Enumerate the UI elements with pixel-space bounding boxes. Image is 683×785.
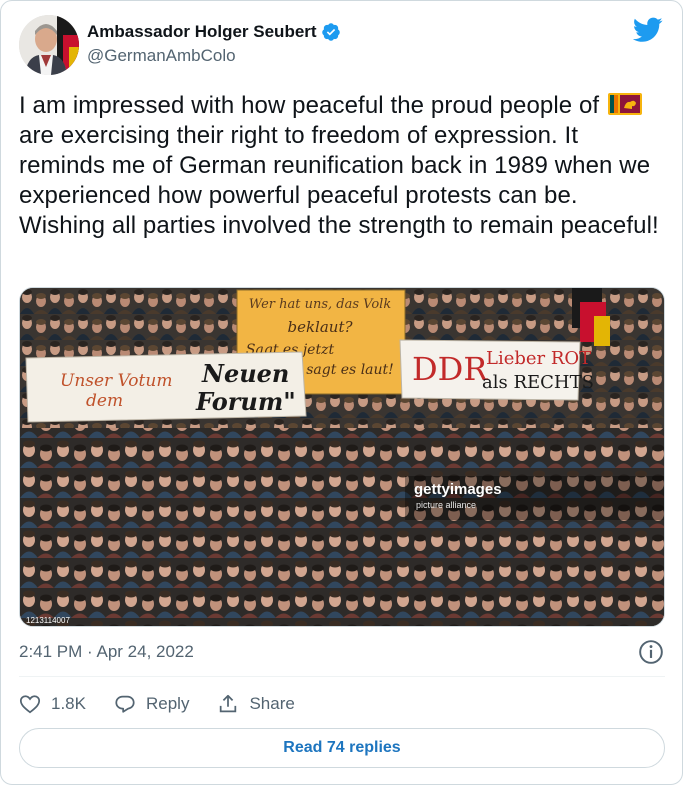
banner-right-ddr: DDR [412,350,488,388]
tweet-text-part-2: are exercising their right to freedom of… [19,122,659,239]
tweet-timestamp[interactable]: 2:41 PM · Apr 24, 2022 [19,641,194,663]
tweet-header: Ambassador Holger Seubert @GermanAmbColo [19,15,667,77]
banner-left-line4: Forum" [195,387,296,416]
protest-banner-right: DDR Lieber ROT als RECHTS [399,339,594,401]
avatar[interactable] [19,15,79,75]
watermark-brand: gettyimages [414,481,502,498]
like-count: 1.8K [51,694,86,713]
reply-label: Reply [145,694,190,713]
heart-icon [19,695,41,714]
author-display-name[interactable]: Ambassador Holger Seubert [87,21,317,43]
sign-center-line4: sagt es laut! [306,362,394,378]
tweet-text-part-1: I am impressed with how peaceful the pro… [19,92,600,119]
share-label: Share [249,694,295,713]
banner-left-line2: dem [86,391,123,411]
author-handle[interactable]: @GermanAmbColo [87,45,341,67]
banner-right-line2: als RECHTS [482,372,594,393]
tweet-photo[interactable]: Wer hat uns, das Volk beklaut? Sagt es j… [19,287,665,627]
sri-lanka-flag-icon [608,93,642,115]
verified-badge-icon [321,23,340,41]
author-display-name-row[interactable]: Ambassador Holger Seubert [87,21,341,43]
reply-bubble-icon [115,695,135,713]
like-button[interactable]: 1.8K [19,693,86,715]
info-icon[interactable] [638,639,664,665]
sign-center-line2: beklaut? [287,318,353,336]
share-button[interactable]: Share [217,693,295,715]
getty-watermark: gettyimages picture alliance [405,476,664,520]
author-names: Ambassador Holger Seubert @GermanAmbColo [87,21,341,67]
banner-left-line3: Neuen [201,359,289,388]
protest-banner-left: Unser Votum dem Neuen Forum" [25,351,307,423]
banner-left-line1: Unser Votum [60,371,172,391]
sign-center-line1: Wer hat uns, das Volk [249,297,392,312]
image-id-watermark: 1213114007 [26,616,70,625]
divider [19,676,665,677]
tweet-actions: 1.8K Reply Share [19,689,323,719]
read-replies-button[interactable]: Read 74 replies [19,728,665,768]
tweet-card: Ambassador Holger Seubert @GermanAmbColo… [0,0,683,785]
reply-button[interactable]: Reply [114,693,189,715]
banner-right-line1: Lieber ROT [486,348,591,369]
watermark-credit: picture alliance [416,500,476,510]
tweet-text: I am impressed with how peaceful the pro… [19,91,667,241]
twitter-bird-icon[interactable] [633,17,663,43]
share-upload-icon [220,694,237,713]
